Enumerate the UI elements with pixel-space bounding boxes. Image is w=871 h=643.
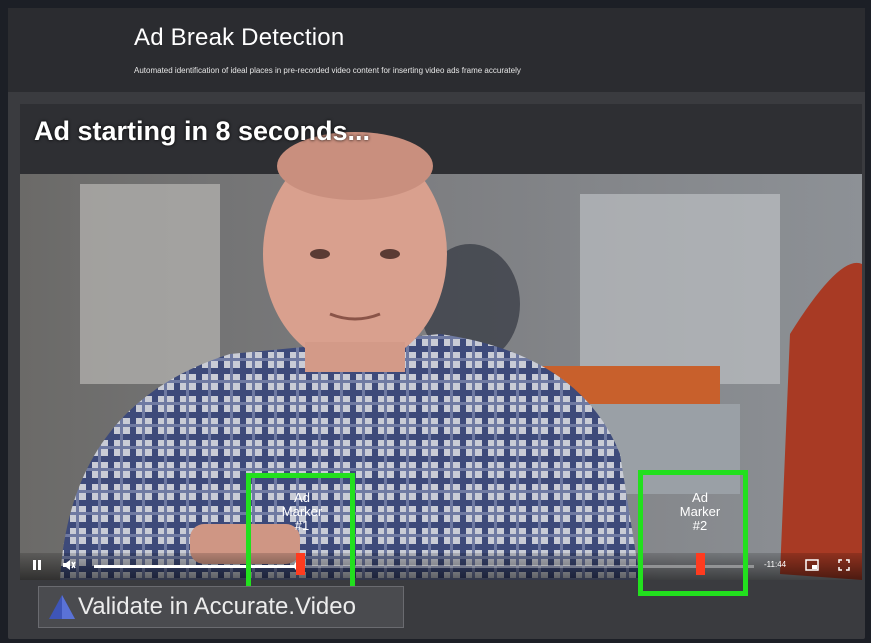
ad-countdown-text: Ad starting in 8 seconds... — [34, 116, 371, 146]
validate-in-accurate-video-button[interactable]: Validate in Accurate.Video — [38, 586, 404, 628]
pause-icon[interactable] — [32, 559, 42, 574]
accurate-video-logo-icon — [49, 595, 75, 619]
ad-marker-1-highlight — [246, 473, 355, 595]
picture-in-picture-icon[interactable] — [805, 559, 819, 574]
ad-marker-2-highlight — [638, 470, 748, 596]
page-subtitle: Automated identification of ideal places… — [134, 66, 521, 75]
time-remaining: -11:44 — [764, 560, 787, 569]
fullscreen-icon[interactable] — [838, 559, 850, 574]
mute-icon[interactable] — [62, 559, 76, 574]
page-title: Ad Break Detection — [134, 24, 345, 51]
validate-button-label: Validate in Accurate.Video — [78, 593, 356, 620]
